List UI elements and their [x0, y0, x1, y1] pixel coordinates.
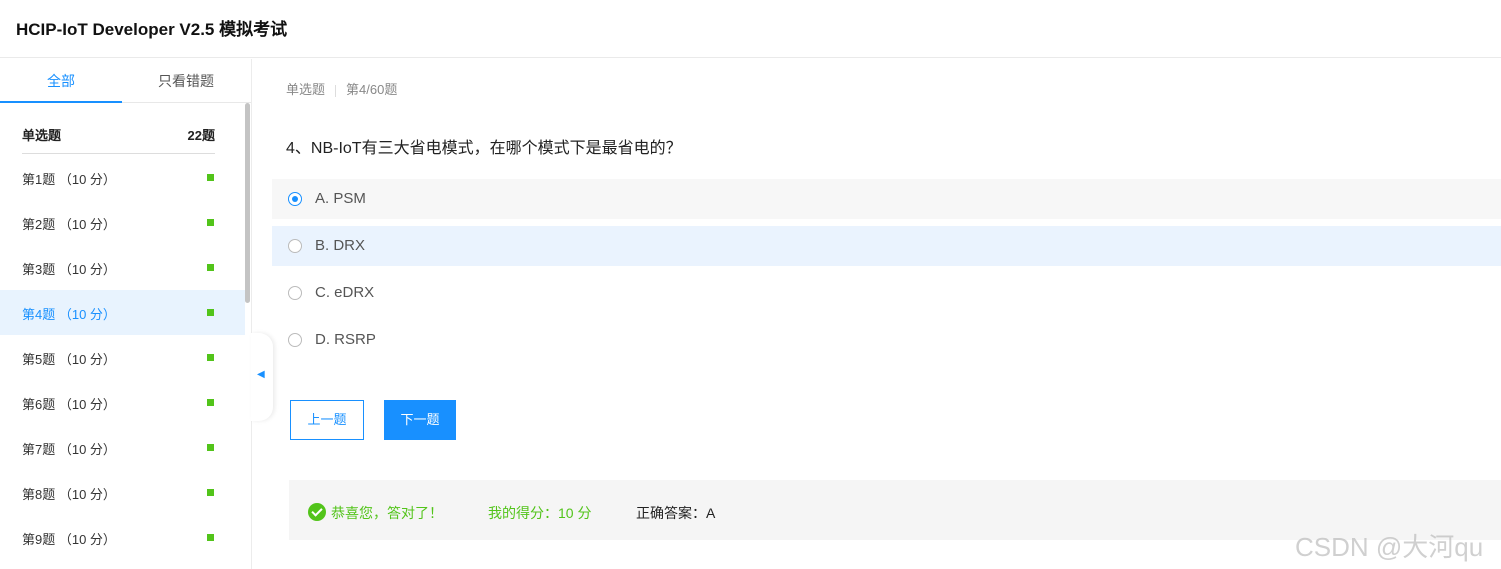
check-circle-icon: [308, 503, 326, 521]
question-meta: 单选题 第4/60题: [286, 79, 397, 98]
option-b[interactable]: B. DRX: [272, 226, 1501, 266]
question-item-9[interactable]: 第9题 （10 分）: [0, 515, 245, 560]
option-a[interactable]: A. PSM: [272, 179, 1501, 219]
question-item-8[interactable]: 第8题 （10 分）: [0, 470, 245, 515]
prev-question-button[interactable]: 上一题: [290, 400, 364, 440]
section-header: 单选题 22题: [22, 114, 215, 154]
answered-status-icon: [207, 444, 214, 451]
question-list: 第1题 （10 分） 第2题 （10 分） 第3题 （10 分） 第4题 （10…: [0, 155, 245, 560]
option-label: D. RSRP: [315, 331, 376, 348]
question-item-3[interactable]: 第3题 （10 分）: [0, 245, 245, 290]
question-item-7[interactable]: 第7题 （10 分）: [0, 425, 245, 470]
radio-icon[interactable]: [288, 239, 302, 253]
correct-answer: 正确答案：A: [636, 505, 716, 521]
question-item-label: 第1题 （10 分）: [22, 172, 116, 187]
radio-icon[interactable]: [288, 333, 302, 347]
app-header: HCIP-IoT Developer V2.5 模拟考试: [0, 0, 1501, 58]
answered-status-icon: [207, 309, 214, 316]
answered-status-icon: [207, 219, 214, 226]
tab-wrong-only[interactable]: 只看错题: [125, 59, 247, 103]
question-panel: 单选题 第4/60题 4、NB-IoT有三大省电模式，在哪个模式下是最省电的？ A…: [253, 59, 1501, 569]
result-score: 我的得分：10 分: [488, 505, 592, 521]
scrollbar-thumb[interactable]: [245, 103, 250, 303]
question-item-4[interactable]: 第4题 （10 分）: [0, 290, 245, 335]
answered-status-icon: [207, 264, 214, 271]
option-label: C. eDRX: [315, 284, 375, 301]
question-text: 4、NB-IoT有三大省电模式，在哪个模式下是最省电的？: [286, 140, 682, 157]
question-item-label: 第2题 （10 分）: [22, 217, 116, 232]
answered-status-icon: [207, 174, 214, 181]
question-item-5[interactable]: 第5题 （10 分）: [0, 335, 245, 380]
page-title: HCIP-IoT Developer V2.5 模拟考试: [16, 20, 288, 39]
question-item-label: 第3题 （10 分）: [22, 262, 116, 277]
option-d[interactable]: D. RSRP: [272, 320, 1501, 360]
question-progress: 第4/60题: [346, 82, 398, 97]
question-item-6[interactable]: 第6题 （10 分）: [0, 380, 245, 425]
question-item-label: 第8题 （10 分）: [22, 487, 116, 502]
question-item-label: 第7题 （10 分）: [22, 442, 116, 457]
option-label: A. PSM: [315, 190, 366, 207]
filter-tabs: 全部 只看错题: [0, 59, 251, 103]
question-item-2[interactable]: 第2题 （10 分）: [0, 200, 245, 245]
meta-divider: [335, 84, 337, 97]
question-item-1[interactable]: 第1题 （10 分）: [0, 155, 245, 200]
question-sidebar: 全部 只看错题 单选题 22题 第1题 （10 分） 第2题 （10 分） 第3…: [0, 59, 252, 569]
next-question-button[interactable]: 下一题: [384, 400, 456, 440]
tab-all[interactable]: 全部: [0, 59, 122, 103]
answered-status-icon: [207, 399, 214, 406]
question-item-label: 第6题 （10 分）: [22, 397, 116, 412]
answered-status-icon: [207, 354, 214, 361]
section-count: 22题: [187, 128, 215, 143]
answered-status-icon: [207, 489, 214, 496]
question-item-label: 第5题 （10 分）: [22, 352, 116, 367]
question-item-label: 第4题 （10 分）: [22, 307, 116, 322]
radio-icon[interactable]: [288, 286, 302, 300]
question-type: 单选题: [286, 82, 326, 97]
option-label: B. DRX: [315, 237, 366, 254]
watermark: CSDN @大河qu: [1295, 532, 1484, 562]
answer-options: A. PSM B. DRX C. eDRX D. RSRP: [272, 179, 1501, 367]
result-message: 恭喜您，答对了！: [331, 505, 443, 521]
radio-selected-icon[interactable]: [288, 192, 302, 206]
question-item-label: 第9题 （10 分）: [22, 532, 116, 547]
section-name: 单选题: [22, 128, 62, 143]
option-c[interactable]: C. eDRX: [272, 273, 1501, 313]
answered-status-icon: [207, 534, 214, 541]
